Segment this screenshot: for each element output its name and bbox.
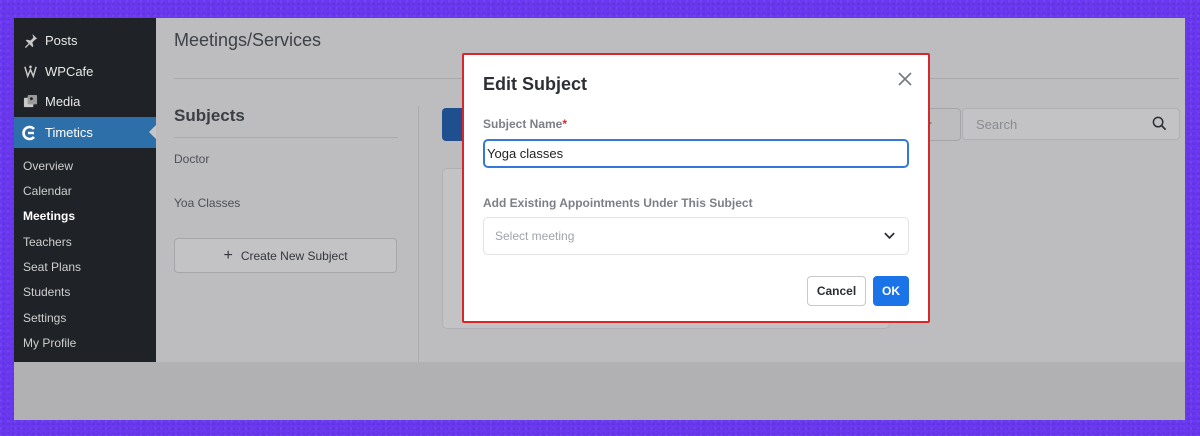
- subject-name-input[interactable]: [483, 139, 909, 168]
- wpcafe-icon: [21, 62, 39, 80]
- primary-action-button[interactable]: [442, 108, 464, 141]
- subjects-heading: Subjects: [174, 106, 245, 125]
- edit-subject-modal: Edit Subject Subject Name* Add Existing …: [462, 53, 930, 323]
- submenu-meetings[interactable]: Meetings: [23, 209, 75, 223]
- submenu-seat-plans[interactable]: Seat Plans: [23, 260, 81, 274]
- chevron-down-icon: [883, 229, 896, 245]
- media-icon: [21, 92, 39, 110]
- create-button-label: Create New Subject: [240, 248, 348, 263]
- sidebar-item-posts[interactable]: Posts: [14, 25, 156, 55]
- close-icon[interactable]: [898, 69, 912, 92]
- timetics-icon: [21, 124, 39, 142]
- sidebar-item-label: Media: [45, 93, 81, 109]
- modal-title: Edit Subject: [483, 74, 588, 94]
- sidebar-item-wpcafe[interactable]: WPCafe: [14, 56, 156, 86]
- divider: [174, 137, 398, 138]
- active-indicator-arrow: [149, 125, 156, 139]
- subject-item-yoa-classes[interactable]: Yoa Classes: [174, 196, 240, 210]
- submenu-calendar[interactable]: Calendar: [23, 184, 72, 198]
- select-placeholder: Select meeting: [495, 229, 575, 243]
- page-title: Meetings/Services: [174, 30, 322, 50]
- admin-sidebar: Posts WPCafe Media Timetics Overview Cal…: [14, 18, 156, 362]
- sidebar-item-label: WPCafe: [45, 63, 94, 79]
- cancel-button[interactable]: Cancel: [807, 276, 866, 306]
- ok-button[interactable]: OK: [873, 276, 909, 306]
- submenu-settings[interactable]: Settings: [23, 311, 66, 325]
- subject-name-label: Subject Name*: [483, 117, 567, 131]
- search-placeholder: Search: [976, 116, 1018, 132]
- page-footer-area: [14, 362, 1185, 420]
- appointments-label: Add Existing Appointments Under This Sub…: [483, 196, 753, 210]
- column-divider: [418, 106, 419, 362]
- search-input[interactable]: Search: [962, 108, 1180, 140]
- label-text: Subject Name: [483, 117, 563, 131]
- select-meeting-dropdown[interactable]: Select meeting: [483, 217, 909, 255]
- pin-icon: [21, 31, 39, 49]
- subject-item-doctor[interactable]: Doctor: [174, 152, 209, 166]
- sidebar-item-label: Timetics: [45, 125, 93, 140]
- submenu-students[interactable]: Students: [23, 285, 70, 299]
- plus-icon: +: [223, 246, 233, 264]
- required-marker: *: [562, 117, 568, 131]
- search-icon[interactable]: [1152, 116, 1167, 134]
- sidebar-item-timetics[interactable]: Timetics: [14, 117, 156, 148]
- submenu-teachers[interactable]: Teachers: [23, 235, 72, 249]
- create-new-subject-button[interactable]: + Create New Subject: [174, 238, 397, 273]
- sidebar-item-media[interactable]: Media: [14, 86, 156, 116]
- submenu-overview[interactable]: Overview: [23, 159, 73, 173]
- sidebar-item-label: Posts: [45, 32, 78, 48]
- submenu-my-profile[interactable]: My Profile: [23, 336, 76, 350]
